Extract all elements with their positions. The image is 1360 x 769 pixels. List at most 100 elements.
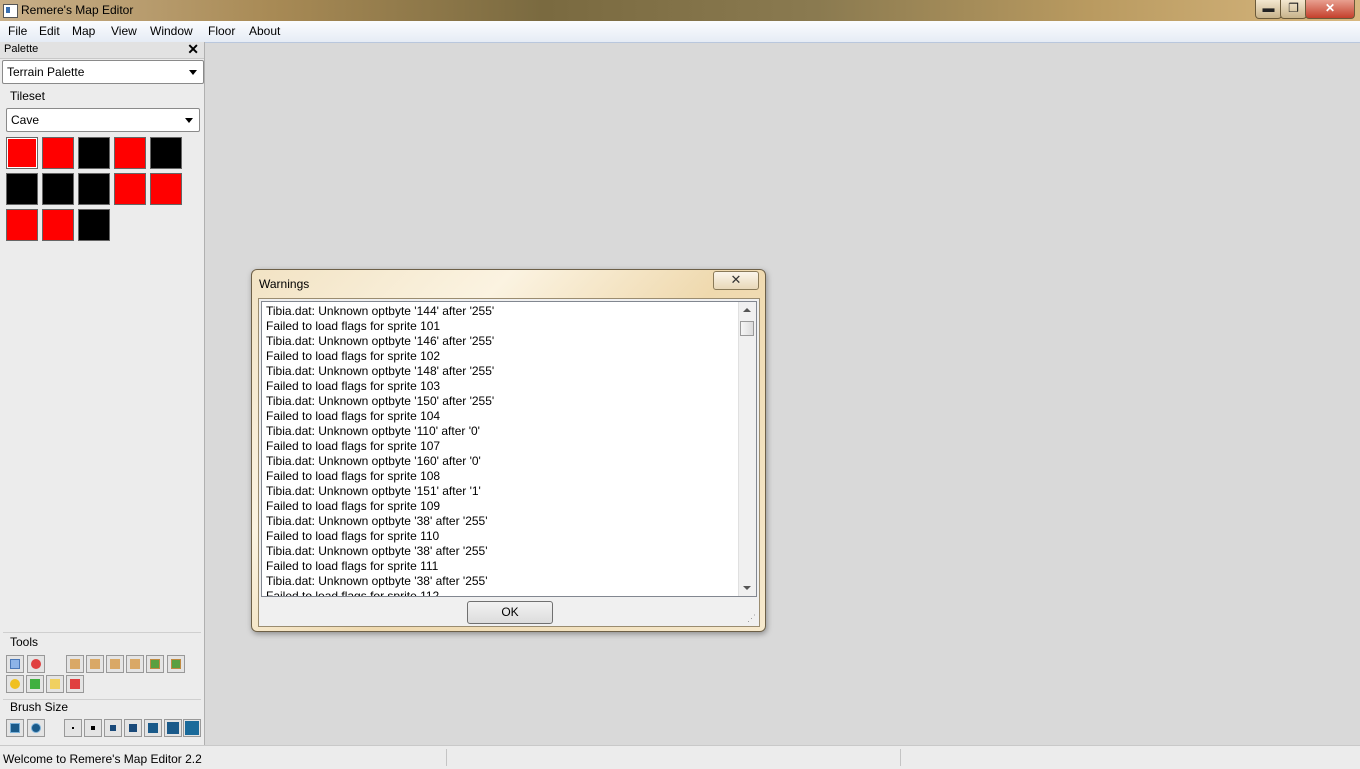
- tile-red[interactable]: [150, 173, 182, 205]
- palette-type-select[interactable]: Terrain Palette: [2, 60, 204, 84]
- dialog-body: Tibia.dat: Unknown optbyte '144' after '…: [258, 298, 760, 627]
- select-icon: [10, 659, 20, 669]
- brush-size-4-button[interactable]: [124, 719, 142, 737]
- log-line: Failed to load flags for sprite 111: [266, 559, 439, 573]
- status-separator: [446, 749, 447, 766]
- square-brush-button[interactable]: [6, 719, 24, 737]
- warnings-log[interactable]: Tibia.dat: Unknown optbyte '144' after '…: [261, 301, 757, 597]
- status-bar: Welcome to Remere's Map Editor 2.2: [0, 745, 1360, 769]
- brush-size-4-icon: [129, 724, 137, 732]
- pvp-zone-tool-button[interactable]: [66, 675, 84, 693]
- eraser-tool-button[interactable]: [27, 655, 45, 673]
- status-separator: [900, 749, 901, 766]
- warnings-list: Tibia.dat: Unknown optbyte '144' after '…: [266, 304, 736, 597]
- hatch-window-tool-button[interactable]: [167, 655, 185, 673]
- warnings-dialog: Warnings ✕ Tibia.dat: Unknown optbyte '1…: [251, 269, 766, 632]
- menu-map[interactable]: Map: [72, 24, 95, 38]
- log-line: Tibia.dat: Unknown optbyte '38' after '2…: [266, 514, 488, 528]
- log-line: Tibia.dat: Unknown optbyte '151' after '…: [266, 484, 481, 498]
- tile-red[interactable]: [6, 209, 38, 241]
- tile-red[interactable]: [114, 173, 146, 205]
- maximize-button[interactable]: ❐: [1280, 0, 1307, 19]
- tile-black[interactable]: [78, 137, 110, 169]
- tile-black[interactable]: [78, 173, 110, 205]
- log-line: Failed to load flags for sprite 112: [266, 589, 440, 597]
- menu-file[interactable]: File: [8, 24, 27, 38]
- brush-size-2-button[interactable]: [84, 719, 102, 737]
- door-locked-tool-button[interactable]: [86, 655, 104, 673]
- scroll-down-icon[interactable]: [743, 586, 751, 590]
- tools-label: Tools: [10, 635, 39, 649]
- title-bar: Remere's Map Editor ▬ ❐ ✕: [0, 0, 1360, 21]
- nologout-tool-button[interactable]: [46, 675, 64, 693]
- pvp-zone-icon: [70, 679, 80, 689]
- dialog-close-button[interactable]: ✕: [713, 271, 759, 290]
- resize-grip-icon[interactable]: ⋰: [747, 613, 756, 624]
- pz-tool-button[interactable]: [6, 675, 24, 693]
- divider: [3, 632, 201, 633]
- magic-door-tool-button[interactable]: [106, 655, 124, 673]
- door-icon: [70, 659, 80, 669]
- brush-size-1-button[interactable]: [64, 719, 82, 737]
- quest-door-tool-button[interactable]: [126, 655, 144, 673]
- tile-black[interactable]: [42, 173, 74, 205]
- tile-black[interactable]: [78, 209, 110, 241]
- scroll-up-icon[interactable]: [743, 308, 751, 312]
- no-logout-icon: [50, 679, 60, 689]
- menu-edit[interactable]: Edit: [39, 24, 60, 38]
- palette-title: Palette: [4, 43, 39, 55]
- brush-size-1-icon: [72, 727, 74, 729]
- brush-size-7-button[interactable]: [183, 719, 201, 737]
- window-tool-button[interactable]: [146, 655, 164, 673]
- log-line: Tibia.dat: Unknown optbyte '38' after '2…: [266, 574, 488, 588]
- log-line: Tibia.dat: Unknown optbyte '144' after '…: [266, 304, 495, 318]
- circle-brush-button[interactable]: [27, 719, 45, 737]
- select-tool-button[interactable]: [6, 655, 24, 673]
- scroll-thumb[interactable]: [740, 321, 754, 336]
- brush-size-5-button[interactable]: [144, 719, 162, 737]
- log-line: Tibia.dat: Unknown optbyte '150' after '…: [266, 394, 495, 408]
- chevron-down-icon: [189, 70, 197, 75]
- log-line: Tibia.dat: Unknown optbyte '160' after '…: [266, 454, 481, 468]
- circle-brush-icon: [31, 723, 41, 733]
- menu-bar: File Edit Map View Window Floor About: [0, 21, 1360, 43]
- ok-button[interactable]: OK: [467, 601, 553, 624]
- log-line: Tibia.dat: Unknown optbyte '148' after '…: [266, 364, 495, 378]
- palette-type-value: Terrain Palette: [7, 65, 85, 79]
- quest-door-icon: [130, 659, 140, 669]
- menu-window[interactable]: Window: [150, 24, 193, 38]
- close-window-button[interactable]: ✕: [1305, 0, 1355, 19]
- menu-about[interactable]: About: [249, 24, 280, 38]
- magic-door-icon: [110, 659, 120, 669]
- tile-black[interactable]: [6, 173, 38, 205]
- menu-view[interactable]: View: [111, 24, 137, 38]
- door-tool-button[interactable]: [66, 655, 84, 673]
- tileset-value: Cave: [11, 113, 40, 127]
- vertical-scrollbar[interactable]: [738, 302, 756, 596]
- tile-red[interactable]: [6, 137, 38, 169]
- brush-size-2-icon: [91, 726, 95, 730]
- eraser-icon: [31, 659, 41, 669]
- tileset-label: Tileset: [10, 89, 45, 103]
- door-locked-icon: [90, 659, 100, 669]
- log-line: Failed to load flags for sprite 101: [266, 319, 441, 333]
- minimize-button[interactable]: ▬: [1255, 0, 1282, 19]
- status-text: Welcome to Remere's Map Editor 2.2: [3, 752, 202, 766]
- brush-size-3-button[interactable]: [104, 719, 122, 737]
- brush-size-6-button[interactable]: [164, 719, 182, 737]
- tile-red[interactable]: [42, 137, 74, 169]
- brush-size-6-icon: [167, 722, 179, 734]
- log-line: Failed to load flags for sprite 102: [266, 349, 441, 363]
- nopvp-tool-button[interactable]: [26, 675, 44, 693]
- dialog-title: Warnings: [259, 277, 310, 291]
- tile-black[interactable]: [150, 137, 182, 169]
- log-line: Tibia.dat: Unknown optbyte '38' after '2…: [266, 544, 488, 558]
- tile-red[interactable]: [114, 137, 146, 169]
- window-icon: [150, 659, 160, 669]
- menu-floor[interactable]: Floor: [208, 24, 235, 38]
- log-line: Failed to load flags for sprite 109: [266, 499, 441, 513]
- tile-red[interactable]: [42, 209, 74, 241]
- palette-close-icon[interactable]: ✕: [187, 41, 199, 58]
- tileset-select[interactable]: Cave: [6, 108, 200, 132]
- log-line: Tibia.dat: Unknown optbyte '110' after '…: [266, 424, 480, 438]
